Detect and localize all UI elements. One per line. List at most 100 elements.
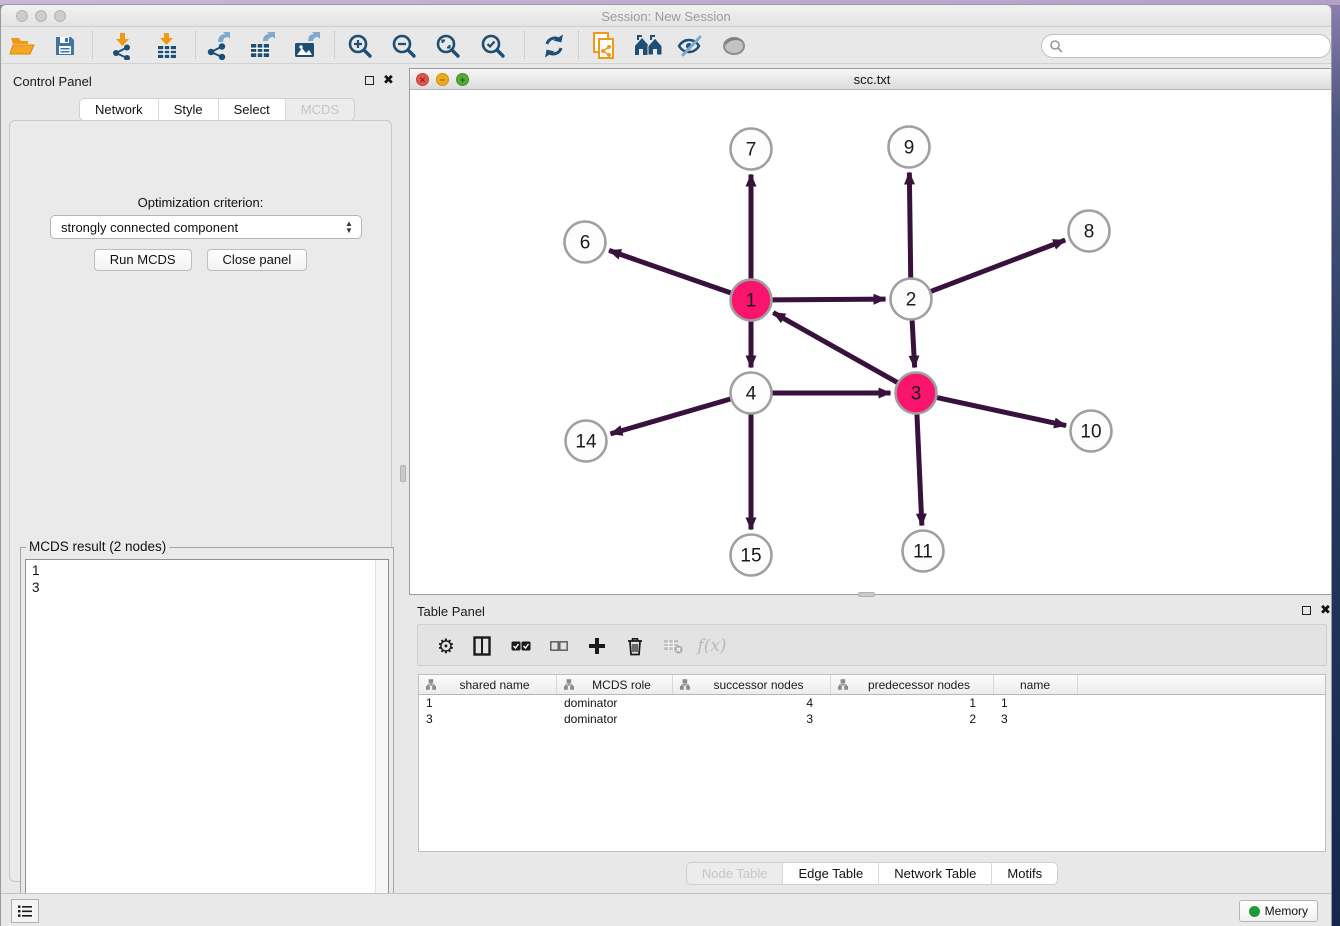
- zoom-fit-icon[interactable]: [431, 29, 465, 63]
- node-3[interactable]: 3: [896, 373, 937, 414]
- column-header-name[interactable]: name: [994, 675, 1078, 694]
- deselect-all-icon[interactable]: [544, 631, 574, 661]
- node-label: 3: [911, 384, 922, 405]
- control-panel-tabs: NetworkStyleSelectMCDS: [79, 98, 355, 121]
- tab-style[interactable]: Style: [158, 98, 218, 121]
- node-7[interactable]: 7: [731, 129, 772, 170]
- edge-2-8[interactable]: [931, 240, 1065, 291]
- export-network-icon[interactable]: [201, 29, 235, 63]
- edge-2-9[interactable]: [909, 172, 910, 277]
- node-2[interactable]: 2: [891, 279, 932, 320]
- tab-network-table[interactable]: Network Table: [878, 862, 991, 885]
- node-1[interactable]: 1: [731, 280, 772, 321]
- search-box[interactable]: [1041, 34, 1331, 58]
- cell-shared-name[interactable]: 3: [419, 711, 557, 727]
- cell-successor-nodes[interactable]: 3: [673, 711, 831, 727]
- table-options-icon[interactable]: ⚙: [431, 631, 461, 661]
- optimization-label: Optimization criterion:: [10, 195, 391, 210]
- status-bar: Memory: [1, 893, 1331, 926]
- network-view-title: scc.txt: [410, 72, 1332, 87]
- tab-mcds[interactable]: MCDS: [285, 98, 355, 121]
- memory-button[interactable]: Memory: [1239, 900, 1318, 922]
- cell-predecessor-nodes[interactable]: 2: [831, 711, 994, 727]
- edge-3-11[interactable]: [917, 414, 922, 525]
- table-row[interactable]: 1dominator411: [419, 695, 1325, 711]
- horizontal-splitter-grip[interactable]: [858, 592, 875, 597]
- network-canvas[interactable]: 7 9 6 8 1 2 4 3 14 10 15 11: [410, 90, 1332, 594]
- clone-network-icon[interactable]: [587, 29, 621, 63]
- add-row-icon[interactable]: [582, 631, 612, 661]
- cell-MCDS-role[interactable]: dominator: [557, 711, 673, 727]
- show-columns-icon[interactable]: [467, 631, 497, 661]
- node-label: 6: [580, 233, 591, 254]
- toolbar-separator: [334, 31, 335, 59]
- cell-MCDS-role[interactable]: dominator: [557, 695, 673, 711]
- scrollbar-track[interactable]: [375, 560, 388, 922]
- cell-shared-name[interactable]: 1: [419, 695, 557, 711]
- node-label: 14: [575, 432, 597, 453]
- open-session-icon[interactable]: [6, 29, 40, 63]
- cell-predecessor-nodes[interactable]: 1: [831, 695, 994, 711]
- tab-motifs[interactable]: Motifs: [991, 862, 1058, 885]
- column-header-MCDS-role[interactable]: MCDS role: [557, 675, 673, 694]
- tab-edge-table[interactable]: Edge Table: [782, 862, 878, 885]
- edge-4-14[interactable]: [610, 399, 730, 434]
- tab-network[interactable]: Network: [79, 98, 158, 121]
- search-input[interactable]: [1063, 35, 1330, 57]
- import-table-icon[interactable]: [150, 29, 184, 63]
- network-window-titlebar[interactable]: ✕ − + scc.txt: [410, 69, 1332, 90]
- save-session-icon[interactable]: [48, 29, 82, 63]
- node-8[interactable]: 8: [1069, 211, 1110, 252]
- node-15[interactable]: 15: [731, 535, 772, 576]
- close-panel-button[interactable]: ✖: [383, 72, 394, 87]
- edge-3-10[interactable]: [937, 398, 1066, 426]
- table-row[interactable]: 3dominator323: [419, 711, 1325, 727]
- cell-name[interactable]: 1: [994, 695, 1078, 711]
- node-14[interactable]: 14: [566, 421, 607, 462]
- float-table-panel-button[interactable]: [1302, 606, 1311, 615]
- refresh-icon[interactable]: [537, 29, 571, 63]
- node-9[interactable]: 9: [889, 127, 930, 168]
- zoom-selected-icon[interactable]: [476, 29, 510, 63]
- delete-row-icon[interactable]: [620, 631, 650, 661]
- mcds-result-line: 1: [32, 562, 382, 579]
- edge-1-2[interactable]: [772, 299, 885, 300]
- edge-3-1[interactable]: [773, 313, 897, 383]
- mcds-result-textarea[interactable]: 13: [25, 559, 389, 923]
- optimization-select[interactable]: strongly connected component ▲▼: [50, 215, 362, 239]
- node-4[interactable]: 4: [731, 373, 772, 414]
- close-panel-button-inner[interactable]: Close panel: [207, 249, 308, 271]
- edge-2-3[interactable]: [912, 320, 915, 367]
- column-header-successor-nodes[interactable]: successor nodes: [673, 675, 831, 694]
- table-panel-header: Table Panel ✖: [409, 598, 1332, 624]
- hide-selected-icon[interactable]: [673, 29, 707, 63]
- dev-panel-button[interactable]: [11, 899, 39, 923]
- tab-select[interactable]: Select: [218, 98, 285, 121]
- zoom-in-icon[interactable]: [343, 29, 377, 63]
- node-label: 15: [740, 546, 761, 567]
- node-10[interactable]: 10: [1071, 411, 1112, 452]
- toolbar-separator: [92, 31, 93, 59]
- close-table-panel-button[interactable]: ✖: [1320, 602, 1331, 617]
- node-6[interactable]: 6: [565, 222, 606, 263]
- export-table-icon[interactable]: [245, 29, 279, 63]
- column-header-shared-name[interactable]: shared name: [419, 675, 557, 694]
- first-neighbors-icon[interactable]: [632, 29, 666, 63]
- select-all-icon[interactable]: [506, 631, 536, 661]
- memory-label: Memory: [1265, 904, 1308, 918]
- cell-successor-nodes[interactable]: 4: [673, 695, 831, 711]
- zoom-out-icon[interactable]: [387, 29, 421, 63]
- run-mcds-button[interactable]: Run MCDS: [94, 249, 192, 271]
- export-image-icon[interactable]: [289, 29, 323, 63]
- cell-name[interactable]: 3: [994, 711, 1078, 727]
- node-11[interactable]: 11: [903, 531, 944, 572]
- column-header-predecessor-nodes[interactable]: predecessor nodes: [831, 675, 994, 694]
- search-icon: [1049, 39, 1063, 53]
- vertical-splitter-grip[interactable]: [400, 465, 406, 482]
- birds-eye-view-icon[interactable]: [717, 29, 751, 63]
- node-label: 2: [906, 290, 917, 311]
- float-panel-button[interactable]: [365, 76, 374, 85]
- import-network-icon[interactable]: [106, 29, 140, 63]
- edge-1-6[interactable]: [609, 250, 731, 292]
- tab-node-table[interactable]: Node Table: [686, 862, 783, 885]
